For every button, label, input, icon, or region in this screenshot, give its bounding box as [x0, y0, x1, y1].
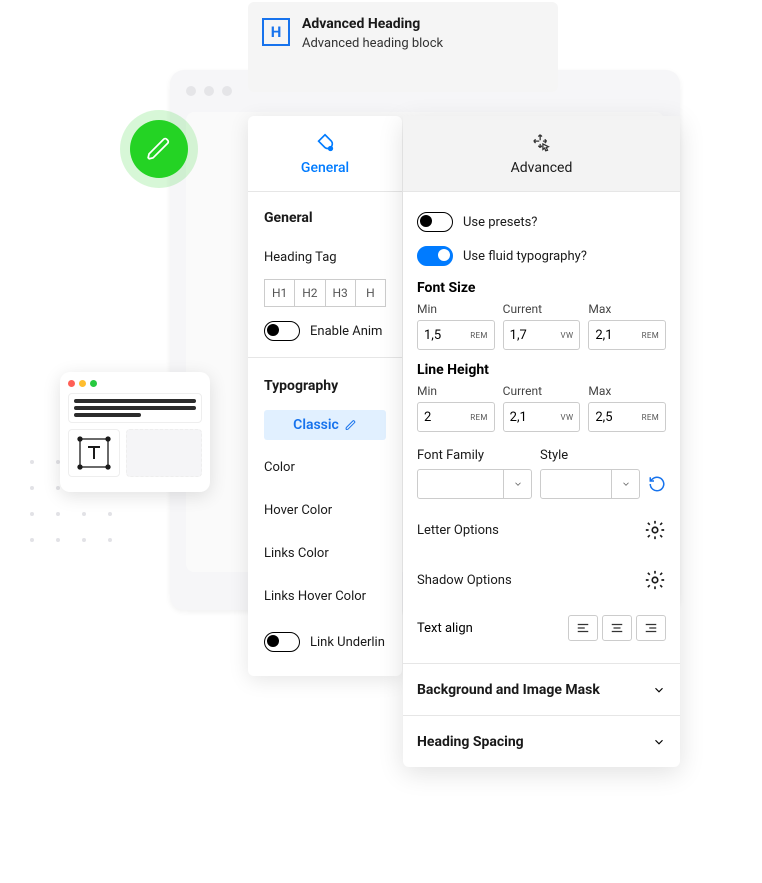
- advanced-panel: Advanced Use presets? Use fluid typograp…: [403, 116, 680, 767]
- lh-current-input[interactable]: 2,1VW: [503, 402, 581, 432]
- text-align-label: Text align: [417, 621, 473, 636]
- mini-window-dots: [68, 380, 202, 387]
- chevron-down-icon: [513, 479, 523, 489]
- typography-section-title: Typography: [248, 360, 402, 404]
- link-underline-toggle[interactable]: [264, 632, 300, 652]
- align-right-button[interactable]: [636, 615, 666, 641]
- links-color-row[interactable]: Links Color: [248, 532, 402, 575]
- tab-general-label: General: [301, 160, 349, 176]
- general-panel: General General Heading Tag H1 H2 H3 H E…: [248, 116, 402, 676]
- tab-advanced-label: Advanced: [511, 160, 573, 176]
- chevron-down-icon: [621, 479, 631, 489]
- align-center-icon: [610, 621, 624, 635]
- align-left-icon: [576, 621, 590, 635]
- fs-min-label: Min: [417, 302, 495, 316]
- heading-tag-h3[interactable]: H3: [325, 279, 356, 307]
- move-cursor-icon: [531, 132, 553, 154]
- lh-current-label: Current: [503, 384, 581, 398]
- classic-style-button[interactable]: Classic: [264, 410, 386, 440]
- heading-tag-h2[interactable]: H2: [294, 279, 325, 307]
- tab-advanced[interactable]: Advanced: [403, 116, 680, 192]
- paint-drop-icon: [314, 132, 336, 154]
- style-select[interactable]: [540, 469, 640, 499]
- use-presets-toggle[interactable]: [417, 212, 453, 232]
- lh-min-input[interactable]: 2REM: [417, 402, 495, 432]
- pencil-icon: [146, 136, 172, 162]
- align-center-button[interactable]: [602, 615, 632, 641]
- heading-block-icon: H: [262, 18, 290, 46]
- heading-spacing-label: Heading Spacing: [417, 734, 524, 750]
- heading-spacing-section[interactable]: Heading Spacing: [403, 715, 680, 767]
- heading-tag-h1[interactable]: H1: [264, 279, 295, 307]
- mini-paragraph-lines: [68, 393, 202, 423]
- lh-max-label: Max: [588, 384, 666, 398]
- enable-animation-toggle[interactable]: [264, 321, 300, 341]
- fs-min-input[interactable]: 1,5REM: [417, 320, 495, 350]
- pencil-small-icon: [345, 419, 357, 431]
- block-subtitle: Advanced heading block: [302, 36, 443, 51]
- fs-max-label: Max: [588, 302, 666, 316]
- background-mask-section[interactable]: Background and Image Mask: [403, 663, 680, 715]
- links-hover-color-row[interactable]: Links Hover Color: [248, 575, 402, 618]
- heading-tag-h4[interactable]: H: [355, 279, 386, 307]
- align-left-button[interactable]: [568, 615, 598, 641]
- reset-button[interactable]: [648, 475, 666, 493]
- general-section-title: General: [248, 192, 402, 236]
- chevron-down-icon: [652, 735, 666, 749]
- shadow-options-button[interactable]: [644, 569, 666, 591]
- hover-color-row[interactable]: Hover Color: [248, 489, 402, 532]
- line-height-title: Line Height: [417, 362, 666, 378]
- fs-current-label: Current: [503, 302, 581, 316]
- classic-label: Classic: [293, 417, 339, 433]
- style-label: Style: [540, 448, 640, 463]
- letter-options-button[interactable]: [644, 519, 666, 541]
- align-right-icon: [644, 621, 658, 635]
- enable-animation-label: Enable Anim: [310, 324, 382, 339]
- fs-max-input[interactable]: 2,1REM: [588, 320, 666, 350]
- gear-icon: [644, 519, 666, 541]
- tab-general[interactable]: General: [248, 116, 402, 192]
- letter-options-label: Letter Options: [417, 523, 499, 538]
- reset-icon: [648, 475, 666, 493]
- heading-tag-group: H1 H2 H3 H: [248, 279, 402, 307]
- mini-editor-card: [60, 372, 210, 492]
- shadow-options-label: Shadow Options: [417, 573, 512, 588]
- font-family-select[interactable]: [417, 469, 532, 499]
- fs-current-input[interactable]: 1,7VW: [503, 320, 581, 350]
- use-presets-label: Use presets?: [463, 215, 537, 230]
- use-fluid-label: Use fluid typography?: [463, 249, 587, 264]
- font-family-label: Font Family: [417, 448, 532, 463]
- block-header: H Advanced Heading Advanced heading bloc…: [248, 2, 558, 92]
- text-block-icon: [68, 429, 120, 477]
- chevron-down-icon: [652, 683, 666, 697]
- background-mask-label: Background and Image Mask: [417, 682, 600, 698]
- link-underline-label: Link Underlin: [310, 635, 385, 650]
- mini-empty-slot: [126, 429, 202, 477]
- font-size-title: Font Size: [417, 280, 666, 296]
- gear-icon: [644, 569, 666, 591]
- use-fluid-toggle[interactable]: [417, 246, 453, 266]
- color-row[interactable]: Color: [248, 446, 402, 489]
- lh-min-label: Min: [417, 384, 495, 398]
- heading-tag-label: Heading Tag: [248, 236, 402, 279]
- lh-max-input[interactable]: 2,5REM: [588, 402, 666, 432]
- edit-fab[interactable]: [130, 120, 188, 178]
- block-title: Advanced Heading: [302, 16, 443, 32]
